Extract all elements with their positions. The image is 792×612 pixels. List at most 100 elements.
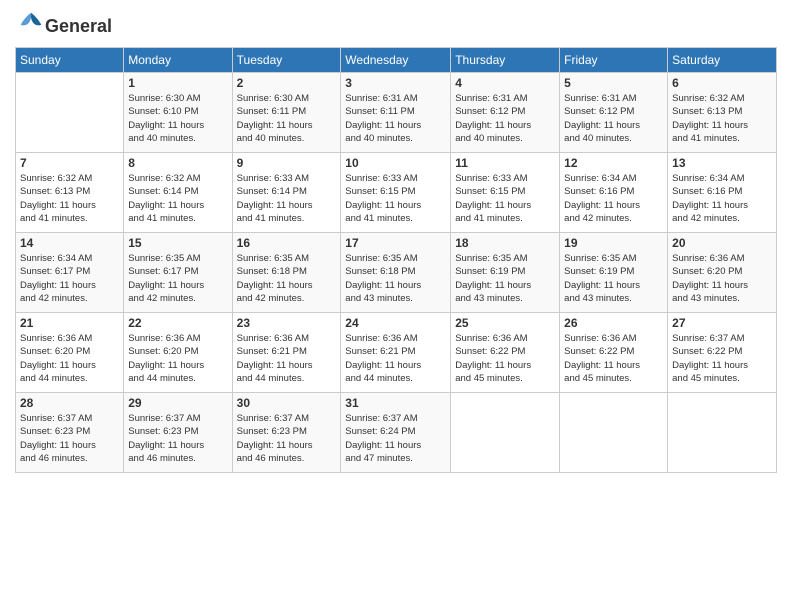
day-number: 4 [455,76,555,90]
day-cell: 5 Sunrise: 6:31 AMSunset: 6:12 PMDaylight… [560,73,668,153]
day-number: 18 [455,236,555,250]
day-detail: Sunrise: 6:35 AMSunset: 6:18 PMDaylight:… [237,252,337,305]
day-number: 29 [128,396,227,410]
day-cell: 11 Sunrise: 6:33 AMSunset: 6:15 PMDayligh… [451,153,560,233]
day-cell: 25 Sunrise: 6:36 AMSunset: 6:22 PMDayligh… [451,313,560,393]
day-number: 28 [20,396,119,410]
week-row-4: 21Sunrise: 6:36 AMSunset: 6:20 PMDayligh… [16,313,777,393]
day-number: 26 [564,316,663,330]
day-cell: 28 Sunrise: 6:37 AMSunset: 6:23 PMDayligh… [16,393,124,473]
week-row-5: 28 Sunrise: 6:37 AMSunset: 6:23 PMDayligh… [16,393,777,473]
day-number: 20 [672,236,772,250]
day-detail: Sunrise: 6:31 AMSunset: 6:12 PMDaylight:… [564,92,663,145]
day-detail: Sunrise: 6:37 AMSunset: 6:23 PMDaylight:… [237,412,337,465]
day-detail: Sunrise: 6:31 AMSunset: 6:11 PMDaylight:… [345,92,446,145]
day-cell: 23Sunrise: 6:36 AMSunset: 6:21 PMDayligh… [232,313,341,393]
day-cell [668,393,777,473]
day-number: 25 [455,316,555,330]
day-number: 9 [237,156,337,170]
day-cell: 14 Sunrise: 6:34 AMSunset: 6:17 PMDayligh… [16,233,124,313]
day-detail: Sunrise: 6:35 AMSunset: 6:18 PMDaylight:… [345,252,446,305]
day-detail: Sunrise: 6:36 AMSunset: 6:22 PMDaylight:… [455,332,555,385]
day-cell: 24 Sunrise: 6:36 AMSunset: 6:21 PMDayligh… [341,313,451,393]
day-number: 10 [345,156,446,170]
day-cell: 15Sunrise: 6:35 AMSunset: 6:17 PMDayligh… [124,233,232,313]
day-cell: 13Sunrise: 6:34 AMSunset: 6:16 PMDayligh… [668,153,777,233]
day-number: 14 [20,236,119,250]
day-cell: 16 Sunrise: 6:35 AMSunset: 6:18 PMDayligh… [232,233,341,313]
day-detail: Sunrise: 6:36 AMSunset: 6:21 PMDaylight:… [345,332,446,385]
day-cell: 21Sunrise: 6:36 AMSunset: 6:20 PMDayligh… [16,313,124,393]
day-detail: Sunrise: 6:33 AMSunset: 6:14 PMDaylight:… [237,172,337,225]
day-number: 6 [672,76,772,90]
day-number: 5 [564,76,663,90]
day-cell: 19 Sunrise: 6:35 AMSunset: 6:19 PMDayligh… [560,233,668,313]
week-row-2: 7 Sunrise: 6:32 AMSunset: 6:13 PMDaylight… [16,153,777,233]
week-row-3: 14 Sunrise: 6:34 AMSunset: 6:17 PMDayligh… [16,233,777,313]
day-detail: Sunrise: 6:36 AMSunset: 6:20 PMDaylight:… [128,332,227,385]
day-cell: 27 Sunrise: 6:37 AMSunset: 6:22 PMDayligh… [668,313,777,393]
day-number: 7 [20,156,119,170]
day-detail: Sunrise: 6:30 AMSunset: 6:11 PMDaylight:… [237,92,337,145]
day-detail: Sunrise: 6:31 AMSunset: 6:12 PMDaylight:… [455,92,555,145]
day-cell: 2 Sunrise: 6:30 AMSunset: 6:11 PMDaylight… [232,73,341,153]
day-cell: 8 Sunrise: 6:32 AMSunset: 6:14 PMDaylight… [124,153,232,233]
day-detail: Sunrise: 6:37 AMSunset: 6:23 PMDaylight:… [128,412,227,465]
day-detail: Sunrise: 6:35 AMSunset: 6:17 PMDaylight:… [128,252,227,305]
day-number: 27 [672,316,772,330]
day-detail: Sunrise: 6:33 AMSunset: 6:15 PMDaylight:… [455,172,555,225]
day-cell: 6 Sunrise: 6:32 AMSunset: 6:13 PMDaylight… [668,73,777,153]
day-cell: 3 Sunrise: 6:31 AMSunset: 6:11 PMDaylight… [341,73,451,153]
day-cell: 29 Sunrise: 6:37 AMSunset: 6:23 PMDayligh… [124,393,232,473]
day-cell: 20 Sunrise: 6:36 AMSunset: 6:20 PMDayligh… [668,233,777,313]
day-detail: Sunrise: 6:37 AMSunset: 6:23 PMDaylight:… [20,412,119,465]
day-number: 24 [345,316,446,330]
day-cell: 17 Sunrise: 6:35 AMSunset: 6:18 PMDayligh… [341,233,451,313]
header: General [15,10,777,43]
logo: General [15,10,112,43]
day-number: 31 [345,396,446,410]
day-detail: Sunrise: 6:32 AMSunset: 6:14 PMDaylight:… [128,172,227,225]
day-number: 3 [345,76,446,90]
day-number: 17 [345,236,446,250]
col-header-thursday: Thursday [451,48,560,73]
day-cell: 12 Sunrise: 6:34 AMSunset: 6:16 PMDayligh… [560,153,668,233]
day-number: 2 [237,76,337,90]
day-number: 16 [237,236,337,250]
col-header-friday: Friday [560,48,668,73]
day-detail: Sunrise: 6:35 AMSunset: 6:19 PMDaylight:… [564,252,663,305]
logo-icon [17,10,45,38]
day-cell: 1Sunrise: 6:30 AMSunset: 6:10 PMDaylight… [124,73,232,153]
day-detail: Sunrise: 6:35 AMSunset: 6:19 PMDaylight:… [455,252,555,305]
day-cell: 10Sunrise: 6:33 AMSunset: 6:15 PMDayligh… [341,153,451,233]
day-cell: 7 Sunrise: 6:32 AMSunset: 6:13 PMDaylight… [16,153,124,233]
day-detail: Sunrise: 6:34 AMSunset: 6:16 PMDaylight:… [564,172,663,225]
day-detail: Sunrise: 6:37 AMSunset: 6:22 PMDaylight:… [672,332,772,385]
day-detail: Sunrise: 6:36 AMSunset: 6:20 PMDaylight:… [20,332,119,385]
day-detail: Sunrise: 6:36 AMSunset: 6:22 PMDaylight:… [564,332,663,385]
day-detail: Sunrise: 6:32 AMSunset: 6:13 PMDaylight:… [672,92,772,145]
day-number: 1 [128,76,227,90]
day-cell [451,393,560,473]
day-cell: 9 Sunrise: 6:33 AMSunset: 6:14 PMDaylight… [232,153,341,233]
day-detail: Sunrise: 6:36 AMSunset: 6:20 PMDaylight:… [672,252,772,305]
day-cell: 22Sunrise: 6:36 AMSunset: 6:20 PMDayligh… [124,313,232,393]
page-container: General SundayMondayTuesdayWednesdayThur… [0,0,792,483]
col-header-sunday: Sunday [16,48,124,73]
day-number: 11 [455,156,555,170]
calendar-table: SundayMondayTuesdayWednesdayThursdayFrid… [15,47,777,473]
day-number: 12 [564,156,663,170]
day-cell: 18 Sunrise: 6:35 AMSunset: 6:19 PMDayligh… [451,233,560,313]
day-detail: Sunrise: 6:32 AMSunset: 6:13 PMDaylight:… [20,172,119,225]
day-cell [560,393,668,473]
day-cell: 30Sunrise: 6:37 AMSunset: 6:23 PMDayligh… [232,393,341,473]
logo-text: General [45,17,112,37]
header-row: SundayMondayTuesdayWednesdayThursdayFrid… [16,48,777,73]
day-detail: Sunrise: 6:34 AMSunset: 6:17 PMDaylight:… [20,252,119,305]
day-number: 8 [128,156,227,170]
day-detail: Sunrise: 6:34 AMSunset: 6:16 PMDaylight:… [672,172,772,225]
day-detail: Sunrise: 6:36 AMSunset: 6:21 PMDaylight:… [237,332,337,385]
day-number: 19 [564,236,663,250]
col-header-saturday: Saturday [668,48,777,73]
day-cell: 4 Sunrise: 6:31 AMSunset: 6:12 PMDaylight… [451,73,560,153]
